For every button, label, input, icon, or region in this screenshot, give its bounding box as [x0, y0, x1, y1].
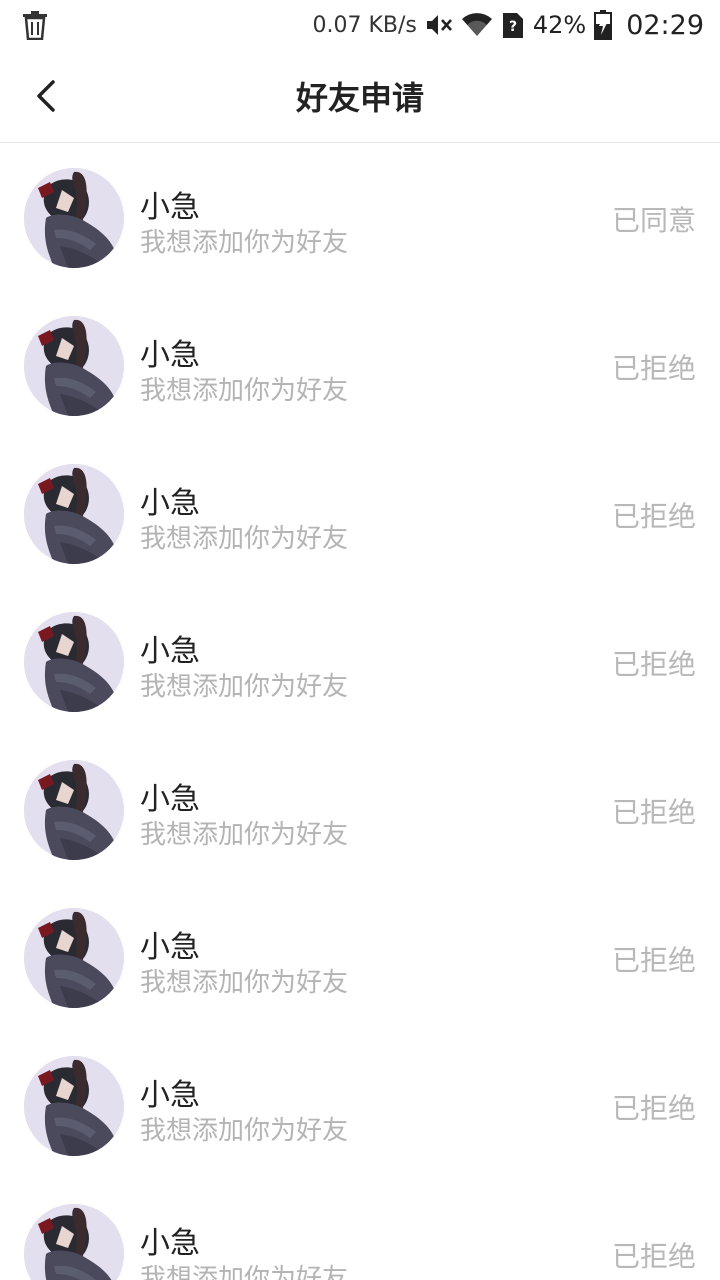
avatar[interactable]	[24, 908, 124, 1008]
requester-name: 小急	[140, 1226, 200, 1261]
friend-request-item[interactable]: 小急 我想添加你为好友 已拒绝	[0, 1032, 720, 1180]
request-message: 我想添加你为好友	[140, 968, 349, 998]
requester-name: 小急	[140, 634, 200, 669]
requester-name: 小急	[140, 930, 200, 965]
status-left	[22, 10, 48, 40]
nav-bar: 好友申请	[0, 50, 720, 143]
request-status: 已同意	[611, 204, 696, 237]
status-right: 0.07 KB/s ? 42% 02:29	[312, 10, 704, 41]
request-message: 我想添加你为好友	[140, 228, 349, 258]
request-status: 已拒绝	[611, 796, 696, 829]
battery-percent: 42%	[532, 11, 587, 39]
network-speed: 0.07 KB/s	[312, 12, 417, 38]
request-message: 我想添加你为好友	[140, 672, 349, 702]
request-status: 已拒绝	[611, 944, 696, 977]
request-message: 我想添加你为好友	[140, 820, 349, 850]
requester-name: 小急	[140, 1078, 200, 1113]
avatar[interactable]	[24, 1056, 124, 1156]
avatar[interactable]	[24, 760, 124, 860]
avatar[interactable]	[24, 316, 124, 416]
clock: 02:29	[626, 9, 704, 41]
friend-request-item[interactable]: 小急 我想添加你为好友 已拒绝	[0, 1180, 720, 1280]
battery-charging-icon	[594, 10, 613, 40]
wifi-icon	[461, 12, 493, 38]
friend-request-item[interactable]: 小急 我想添加你为好友 已拒绝	[0, 736, 720, 884]
request-status: 已拒绝	[611, 1092, 696, 1125]
request-message: 我想添加你为好友	[140, 1264, 349, 1280]
friend-request-item[interactable]: 小急 我想添加你为好友 已同意	[0, 144, 720, 292]
friend-request-item[interactable]: 小急 我想添加你为好友 已拒绝	[0, 884, 720, 1032]
friend-request-item[interactable]: 小急 我想添加你为好友 已拒绝	[0, 588, 720, 736]
request-status: 已拒绝	[611, 500, 696, 533]
requester-name: 小急	[140, 782, 200, 817]
page-title: 好友申请	[295, 79, 424, 117]
friend-request-list[interactable]: 小急 我想添加你为好友 已同意 小急 我想添加你为好友 已拒绝 小急 我想添加你…	[0, 144, 720, 1280]
avatar[interactable]	[24, 168, 124, 268]
request-message: 我想添加你为好友	[140, 524, 349, 554]
request-status: 已拒绝	[611, 1240, 696, 1273]
friend-request-item[interactable]: 小急 我想添加你为好友 已拒绝	[0, 440, 720, 588]
request-message: 我想添加你为好友	[140, 1116, 349, 1146]
trash-icon	[22, 10, 48, 40]
friend-request-item[interactable]: 小急 我想添加你为好友 已拒绝	[0, 292, 720, 440]
status-bar: 0.07 KB/s ? 42% 02:29	[0, 0, 720, 50]
svg-text:?: ?	[509, 19, 517, 35]
chevron-left-icon	[34, 79, 58, 113]
request-status: 已拒绝	[611, 352, 696, 385]
avatar[interactable]	[24, 612, 124, 712]
sim-unknown-icon: ?	[501, 11, 525, 39]
request-message: 我想添加你为好友	[140, 376, 349, 406]
requester-name: 小急	[140, 338, 200, 373]
back-button[interactable]	[22, 72, 70, 120]
request-status: 已拒绝	[611, 648, 696, 681]
requester-name: 小急	[140, 486, 200, 521]
avatar[interactable]	[24, 464, 124, 564]
mute-icon	[425, 12, 453, 38]
requester-name: 小急	[140, 190, 200, 225]
avatar[interactable]	[24, 1204, 124, 1280]
